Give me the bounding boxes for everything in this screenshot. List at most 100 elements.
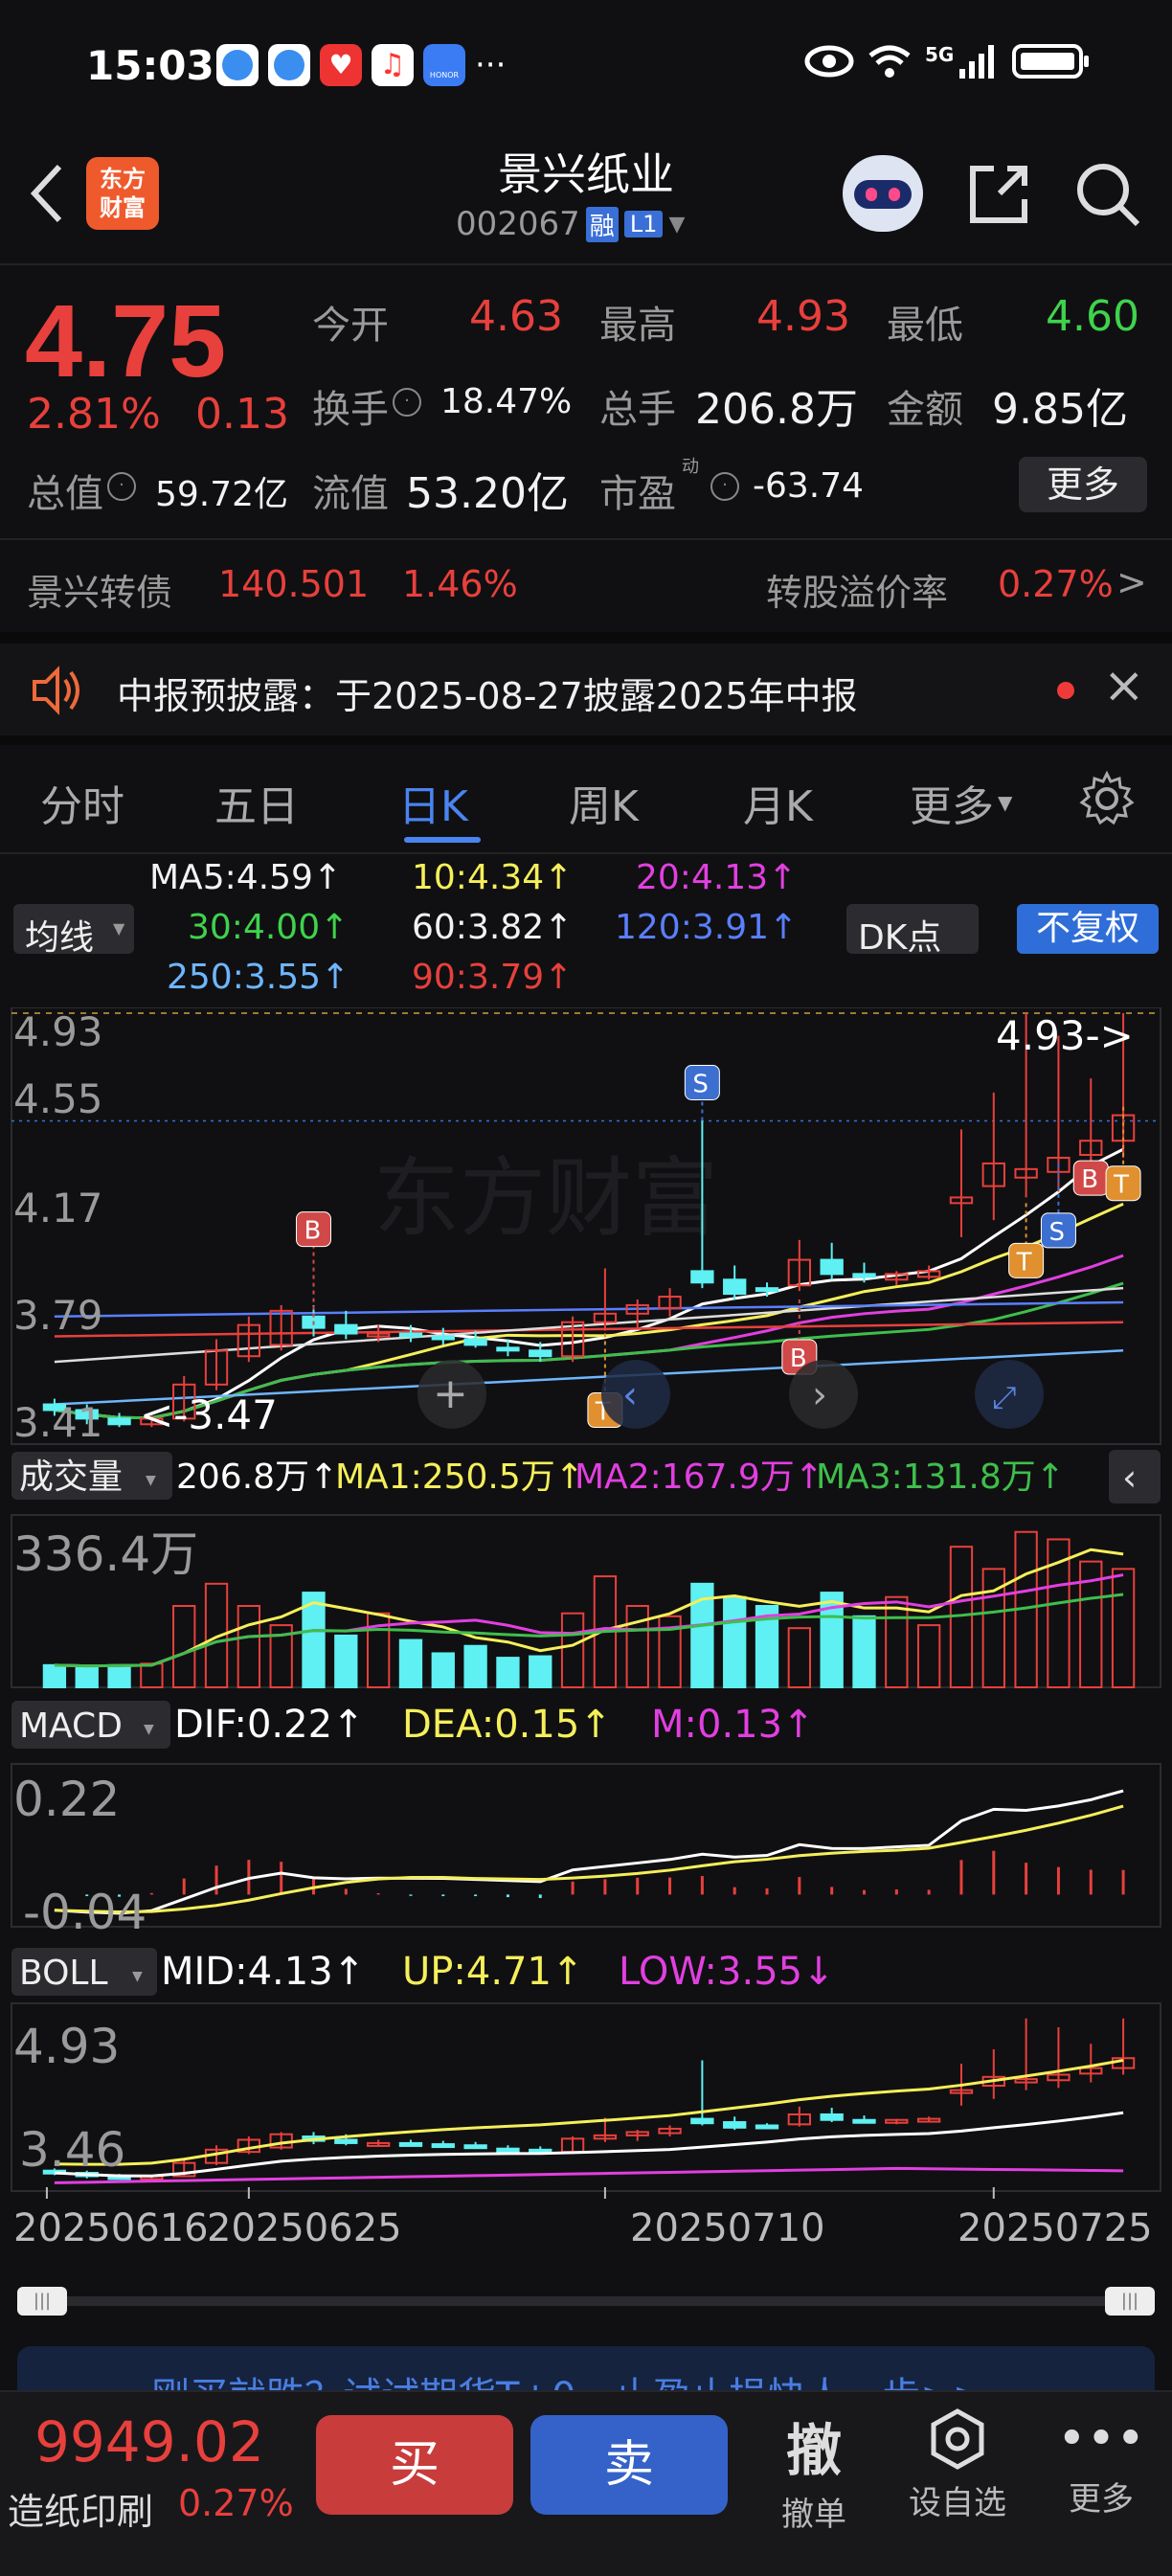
turnover-info-icon[interactable]: · — [393, 388, 421, 417]
boll-candle-body — [398, 2141, 423, 2147]
marker-label: B — [304, 1217, 322, 1246]
search-icon[interactable] — [1072, 159, 1143, 230]
volume-selector[interactable]: 成交量 ▼ — [11, 1452, 172, 1500]
app-icon-blue-2 — [268, 44, 310, 86]
watchlist-icon — [931, 2408, 984, 2470]
turnover-label: 换手 — [312, 388, 389, 432]
speaker-icon — [33, 666, 79, 715]
sell-button[interactable]: 卖 — [530, 2415, 728, 2515]
stock-charts[interactable]: 东方财富 BSTBTSB T 4.93 4.55 4.17 3.79 3.41 4… — [0, 1007, 1172, 2291]
more-actions-label: 更多 — [1069, 2480, 1134, 2519]
date-label-1: 20250616 — [13, 2206, 209, 2250]
volume-bar — [787, 1627, 812, 1689]
tab-five-day[interactable]: 五日 — [214, 772, 299, 833]
tab-intraday[interactable]: 分时 — [40, 772, 124, 833]
tab-weekly-k[interactable]: 周K — [569, 772, 639, 833]
ma120-value: 120:3.91↑ — [615, 908, 799, 947]
notice-text: 中报预披露：于2025-08-27披露2025年中报 — [117, 675, 858, 717]
stock-code: 002067 — [456, 205, 580, 243]
float-cap-label: 流值 — [312, 472, 389, 516]
market-cap-info-icon[interactable]: · — [107, 472, 136, 501]
share-icon[interactable] — [965, 161, 1032, 228]
system-icons: 5G — [804, 42, 1092, 80]
settings-gear-icon[interactable] — [1078, 770, 1136, 827]
volume-bar — [42, 1663, 67, 1688]
collapse-panel-button[interactable]: ‹ — [1109, 1450, 1161, 1503]
candle-body — [529, 1349, 552, 1358]
svg-text:▼: ▼ — [144, 1722, 154, 1737]
signal-icon — [959, 45, 995, 79]
volume-bar — [625, 1605, 649, 1688]
high-label: 最高 — [599, 304, 676, 348]
macd-top-label: 0.22 — [13, 1772, 120, 1827]
fullscreen-button[interactable]: ⤢ — [975, 1360, 1044, 1429]
volume-bars — [42, 1530, 1136, 1689]
candle-body — [398, 1332, 423, 1338]
notice-bar[interactable]: 中报预披露：于2025-08-27披露2025年中报 × — [0, 644, 1172, 735]
bond-name: 景兴转债 — [27, 572, 173, 614]
price-label-2: 4.55 — [13, 1075, 103, 1122]
notice-dot — [1057, 682, 1074, 699]
more-quote-button[interactable]: 更多 — [1019, 457, 1147, 512]
app-icon-heart: ♥ — [320, 44, 362, 86]
dk-point-button[interactable]: DK点 — [846, 904, 979, 958]
volume-ma1-line — [54, 1548, 1124, 1668]
boll-candle-body — [496, 2147, 520, 2153]
boll-candle-body — [334, 2138, 358, 2144]
premium-label: 转股溢价率 — [766, 572, 949, 614]
add-watchlist-label: 设自选 — [909, 2484, 1006, 2522]
bond-price: 140.501 — [218, 563, 370, 605]
volume-bar — [463, 1644, 487, 1689]
volume-label: 总手 — [599, 388, 676, 432]
stock-code-row[interactable]: 002067 融 L1 ▼ — [456, 205, 685, 243]
ma250-value: 250:3.55↑ — [167, 958, 350, 997]
boll-mid: MID:4.13↑ — [161, 1950, 365, 1994]
svg-text:MACD: MACD — [19, 1706, 123, 1746]
more-actions-button[interactable]: ••• 更多 — [1053, 2406, 1149, 2530]
scrollbar-right-handle[interactable]: ||| — [1105, 2287, 1155, 2316]
candle-body — [431, 1335, 455, 1341]
dea-line — [54, 1804, 1124, 1913]
robot-assistant-icon[interactable] — [843, 155, 923, 232]
macd-bottom-label: -0.04 — [23, 1885, 146, 1940]
level-badge: L1 — [623, 211, 664, 237]
volume-ma1: MA1:250.5万↑ — [335, 1457, 584, 1497]
price-label-3: 4.17 — [13, 1185, 103, 1232]
scrollbar-track — [36, 2296, 1138, 2306]
boll-candle-body — [431, 2143, 455, 2149]
adjust-button[interactable]: 不复权 — [1017, 904, 1159, 954]
tab-monthly-k[interactable]: 月K — [743, 772, 813, 833]
convertible-bond-row[interactable]: 景兴转债 140.501 1.46% 转股溢价率 0.27% > — [0, 540, 1172, 632]
volume-bar — [560, 1612, 585, 1689]
close-icon[interactable]: × — [1103, 657, 1145, 714]
add-watchlist-button[interactable]: 设自选 — [900, 2406, 1015, 2530]
buy-button[interactable]: 买 — [316, 2415, 513, 2515]
cancel-order-icon: 撤 — [785, 2418, 842, 2483]
tab-more[interactable]: 更多 ▼ — [910, 772, 1012, 833]
scrollbar-left-handle[interactable]: ||| — [17, 2287, 67, 2316]
boll-selector[interactable]: BOLL ▼ — [11, 1948, 157, 1996]
zoom-out-button[interactable]: + — [417, 1360, 486, 1429]
bond-pct: 1.46% — [402, 563, 518, 605]
tab-daily-k[interactable]: 日K — [398, 772, 468, 833]
open-value: 4.63 — [469, 292, 563, 341]
macd-selector[interactable]: MACD ▼ — [11, 1701, 170, 1749]
date-label-3: 20250710 — [630, 2206, 825, 2250]
more-notifications-icon: ··· — [475, 46, 507, 84]
candle-body — [723, 1278, 747, 1296]
pe-info-icon[interactable]: · — [710, 472, 739, 501]
dropdown-icon: ▼ — [668, 212, 686, 237]
scroll-right-button[interactable]: › — [789, 1360, 858, 1429]
tab-active-underline — [404, 837, 481, 843]
volume-bar — [916, 1624, 941, 1688]
boll-candle-body — [820, 2113, 844, 2121]
cancel-order-label: 撤单 — [781, 2496, 846, 2534]
pe-value: -63.74 — [753, 466, 865, 506]
bottom-trade-bar: 9949.02 造纸印刷 0.27% 买 卖 撤 撤单 设自选 ••• 更多 — [0, 2390, 1172, 2576]
cancel-order-button[interactable]: 撤 撤单 — [766, 2406, 862, 2534]
change-percent: 2.81% — [27, 390, 161, 439]
ma-selector[interactable]: 均线 ▼ — [13, 904, 134, 958]
more-dots-icon: ••• — [1056, 2410, 1145, 2468]
time-scrollbar[interactable]: ||| ||| — [17, 2287, 1155, 2316]
scroll-left-button[interactable]: ‹ — [601, 1360, 670, 1429]
